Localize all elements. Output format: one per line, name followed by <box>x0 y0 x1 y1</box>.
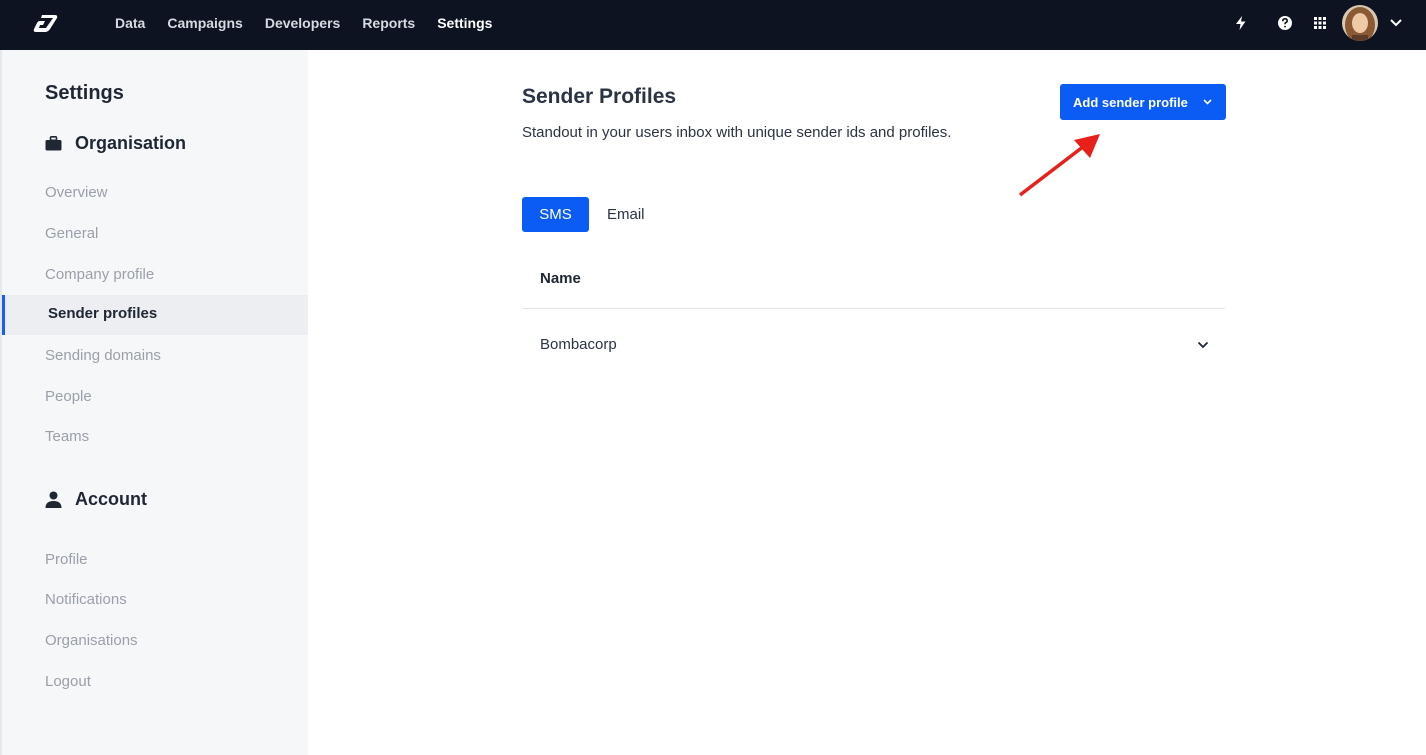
main-nav: Data Campaigns Developers Reports Settin… <box>115 0 514 46</box>
section-account: Account <box>45 489 147 510</box>
help-icon[interactable] <box>1276 14 1294 32</box>
sidebar-item-sending-domains[interactable]: Sending domains <box>45 347 161 364</box>
apps-grid-icon[interactable] <box>1311 14 1329 32</box>
section-organisation-label: Organisation <box>75 133 187 153</box>
page-subtitle: Standout in your users inbox with unique… <box>522 124 952 141</box>
nav-settings[interactable]: Settings <box>437 15 492 31</box>
add-sender-profile-label: Add sender profile <box>1073 94 1188 110</box>
nav-developers[interactable]: Developers <box>265 15 340 31</box>
sidebar-item-organisations[interactable]: Organisations <box>45 632 138 649</box>
add-sender-profile-button[interactable]: Add sender profile <box>1060 84 1226 120</box>
column-header-name: Name <box>540 270 581 287</box>
sidebar-item-people[interactable]: People <box>45 388 92 405</box>
sidebar-item-profile[interactable]: Profile <box>45 551 88 568</box>
sidebar-item-overview[interactable]: Overview <box>45 184 108 201</box>
tab-sms[interactable]: SMS <box>522 197 589 232</box>
page-title: Sender Profiles <box>522 85 677 108</box>
section-account-label: Account <box>75 489 147 509</box>
sidebar-title: Settings <box>45 82 124 104</box>
section-organisation: Organisation <box>45 133 186 154</box>
person-icon <box>45 491 62 508</box>
chevron-down-icon <box>1203 99 1212 105</box>
lightning-icon[interactable] <box>1232 14 1250 32</box>
sidebar-item-general[interactable]: General <box>45 225 98 242</box>
chevron-down-icon[interactable] <box>1388 16 1404 30</box>
chevron-down-icon[interactable] <box>1196 339 1210 351</box>
nav-data[interactable]: Data <box>115 15 145 31</box>
sidebar-item-logout[interactable]: Logout <box>45 673 91 690</box>
tab-email[interactable]: Email <box>607 206 645 223</box>
logo-icon[interactable] <box>33 13 59 33</box>
table-divider <box>522 308 1225 309</box>
top-navigation-bar: Data Campaigns Developers Reports Settin… <box>0 0 1426 50</box>
annotation-arrow-icon <box>1018 134 1100 197</box>
sidebar-item-company-profile[interactable]: Company profile <box>45 266 154 283</box>
row-name: Bombacorp <box>540 336 617 353</box>
briefcase-icon <box>45 136 62 151</box>
sidebar-item-sender-profiles-label[interactable]: Sender profiles <box>48 305 157 322</box>
sidebar-item-notifications[interactable]: Notifications <box>45 591 127 608</box>
sidebar-item-teams[interactable]: Teams <box>45 428 89 445</box>
table-row[interactable]: Bombacorp <box>522 326 1225 364</box>
nav-campaigns[interactable]: Campaigns <box>167 15 242 31</box>
nav-reports[interactable]: Reports <box>362 15 415 31</box>
avatar[interactable] <box>1342 5 1378 41</box>
